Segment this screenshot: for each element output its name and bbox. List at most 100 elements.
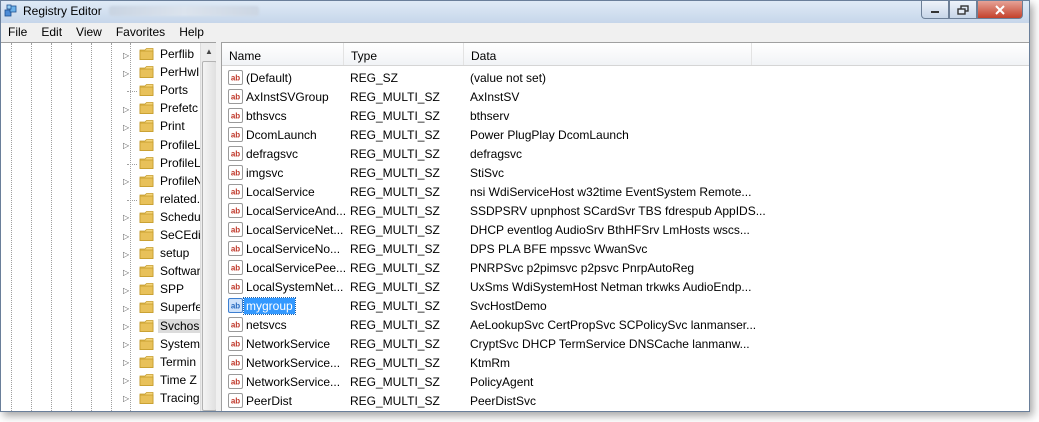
value-row[interactable]: ab DcomLaunch REG_MULTI_SZ Power PlugPlay D… <box>222 126 1029 145</box>
menu-edit[interactable]: Edit <box>34 23 69 42</box>
svg-text:ab: ab <box>231 112 240 121</box>
svg-text:ab: ab <box>231 340 240 349</box>
value-row[interactable]: ab imgsvc REG_MULTI_SZ StiSvc <box>222 164 1029 183</box>
value-row[interactable]: ab bthsvcs REG_MULTI_SZ bthserv <box>222 107 1029 126</box>
value-data: AeLookupSvc CertPropSvc SCPolicySvc lanm… <box>470 318 757 332</box>
value-row[interactable]: ab netsvcs REG_MULTI_SZ AeLookupSvc CertPro… <box>222 316 1029 335</box>
svg-text:ab: ab <box>231 359 240 368</box>
value-data: SSDPSRV upnphost SCardSvr TBS fdrespub A… <box>470 204 766 218</box>
folder-icon <box>139 319 154 332</box>
menu-view[interactable]: View <box>69 23 109 42</box>
value-row[interactable]: ab mygroup REG_MULTI_SZ SvcHostDemo <box>222 297 1029 316</box>
string-value-icon: ab <box>228 355 243 370</box>
value-data: bthserv <box>470 109 510 123</box>
value-row[interactable]: ab LocalServiceNet... REG_MULTI_SZ DHCP eve… <box>222 221 1029 240</box>
svg-text:ab: ab <box>231 131 240 140</box>
value-type: REG_MULTI_SZ <box>350 204 440 218</box>
value-row[interactable]: ab defragsvc REG_MULTI_SZ defragsvc <box>222 145 1029 164</box>
value-row[interactable]: ab NetworkService REG_MULTI_SZ CryptSvc DHC… <box>222 335 1029 354</box>
value-row[interactable]: ab LocalServiceAnd... REG_MULTI_SZ SSDPSRV … <box>222 202 1029 221</box>
column-header-data[interactable]: Data <box>464 43 752 65</box>
value-type: REG_MULTI_SZ <box>350 166 440 180</box>
folder-icon <box>139 229 154 241</box>
expand-arrow-icon[interactable]: ▷ <box>123 286 132 295</box>
title-bar[interactable]: Registry Editor <box>1 1 1029 23</box>
key-tree-pane[interactable]: ▷ Perflib ▷ PerHwI Ports ▷ Prefetc ▷ Print ▷ Profi… <box>1 42 216 411</box>
value-name: AxInstSVGroup <box>246 90 329 104</box>
scroll-up-arrow-icon[interactable]: ▲ <box>201 43 216 59</box>
expand-arrow-icon[interactable]: ▷ <box>123 250 132 259</box>
close-icon <box>995 4 1005 15</box>
tree-item-label: Softwar <box>160 264 201 279</box>
value-row[interactable]: ab (Default) REG_SZ (value not set) <box>222 69 1029 88</box>
tree-item-label: Time Z <box>160 372 197 387</box>
close-button[interactable] <box>977 1 1023 19</box>
column-header-name[interactable]: Name <box>222 43 344 65</box>
expand-arrow-icon[interactable]: ▷ <box>123 268 132 277</box>
value-data: nsi WdiServiceHost w32time EventSystem R… <box>470 185 752 199</box>
tree-item-label: SeCEdit <box>160 228 205 242</box>
expand-arrow-icon[interactable]: ▷ <box>123 232 132 241</box>
string-value-icon: ab <box>228 279 243 294</box>
value-type: REG_MULTI_SZ <box>350 394 440 408</box>
value-data: SvcHostDemo <box>470 299 547 313</box>
value-data: PolicyAgent <box>470 375 534 389</box>
tree-item-label: PerHwI <box>160 65 200 80</box>
tree-guide-line <box>31 43 32 411</box>
folder-icon <box>139 102 154 115</box>
tree-connector <box>127 91 137 93</box>
value-row[interactable]: ab PeerDist REG_MULTI_SZ PeerDistSvc <box>222 392 1029 411</box>
value-name: LocalServiceAnd... <box>246 204 347 218</box>
value-name: defragsvc <box>246 147 299 161</box>
value-data: CryptSvc DHCP TermService DNSCache lanma… <box>470 337 750 351</box>
folder-icon <box>139 210 154 223</box>
expand-arrow-icon[interactable]: ▷ <box>123 304 132 313</box>
value-row[interactable]: ab AxInstSVGroup REG_MULTI_SZ AxInstSV <box>222 88 1029 107</box>
tree-item-label: System <box>160 336 201 351</box>
value-name: NetworkService... <box>246 356 341 370</box>
expand-arrow-icon[interactable]: ▷ <box>123 322 132 331</box>
restore-button[interactable] <box>949 1 977 19</box>
expand-arrow-icon[interactable]: ▷ <box>123 141 132 150</box>
tree-guide-line <box>130 43 131 411</box>
value-row[interactable]: ab NetworkService... REG_MULTI_SZ KtmRm <box>222 354 1029 373</box>
expand-arrow-icon[interactable]: ▷ <box>123 69 132 78</box>
value-row[interactable]: ab LocalSystemNet... REG_MULTI_SZ UxSms Wdi… <box>222 278 1029 297</box>
value-row[interactable]: ab NetworkService... REG_MULTI_SZ PolicyAge… <box>222 373 1029 392</box>
string-value-icon: ab <box>228 222 243 237</box>
menu-help[interactable]: Help <box>172 23 211 42</box>
expand-arrow-icon[interactable]: ▷ <box>123 51 132 60</box>
tree-scrollbar[interactable]: ▲ <box>200 43 216 411</box>
tree-scroll-thumb[interactable] <box>202 61 216 411</box>
tree-item-label: Print <box>160 119 185 134</box>
expand-arrow-icon[interactable]: ▷ <box>123 376 132 385</box>
tree-item-label: Tracing <box>160 390 200 405</box>
value-row[interactable]: ab LocalServicePee... REG_MULTI_SZ PNRPSvc … <box>222 259 1029 278</box>
value-row[interactable]: ab LocalServiceNo... REG_MULTI_SZ DPS PLA B… <box>222 240 1029 259</box>
folder-icon <box>139 283 154 296</box>
tree-item-label: setup <box>160 246 190 261</box>
expand-arrow-icon[interactable]: ▷ <box>123 177 132 186</box>
menu-favorites[interactable]: Favorites <box>109 23 172 42</box>
value-row[interactable]: ab LocalService REG_MULTI_SZ nsi WdiService… <box>222 183 1029 202</box>
expand-arrow-icon[interactable]: ▷ <box>123 394 132 403</box>
expand-arrow-icon[interactable]: ▷ <box>123 213 132 222</box>
value-data: DHCP eventlog AudioSrv BthHFSrv LmHosts … <box>470 223 750 237</box>
string-value-icon: ab <box>228 203 243 218</box>
menu-file[interactable]: File <box>1 23 34 42</box>
value-name: NetworkService... <box>246 375 341 389</box>
column-header-type[interactable]: Type <box>344 43 464 65</box>
minimize-button[interactable] <box>921 1 949 19</box>
value-name: mygroup <box>243 297 296 315</box>
folder-icon <box>139 247 154 259</box>
values-list-pane[interactable]: Name Type Data ab (Default) REG_SZ (value n… <box>221 42 1029 411</box>
folder-icon <box>139 391 154 404</box>
tree-item-label: Prefetc <box>160 101 199 116</box>
value-data: defragsvc <box>470 147 523 161</box>
expand-arrow-icon[interactable]: ▷ <box>123 105 132 114</box>
expand-arrow-icon[interactable]: ▷ <box>123 123 132 132</box>
expand-arrow-icon[interactable]: ▷ <box>123 340 132 349</box>
svg-text:ab: ab <box>231 378 240 387</box>
folder-icon <box>139 174 154 187</box>
expand-arrow-icon[interactable]: ▷ <box>123 358 132 367</box>
